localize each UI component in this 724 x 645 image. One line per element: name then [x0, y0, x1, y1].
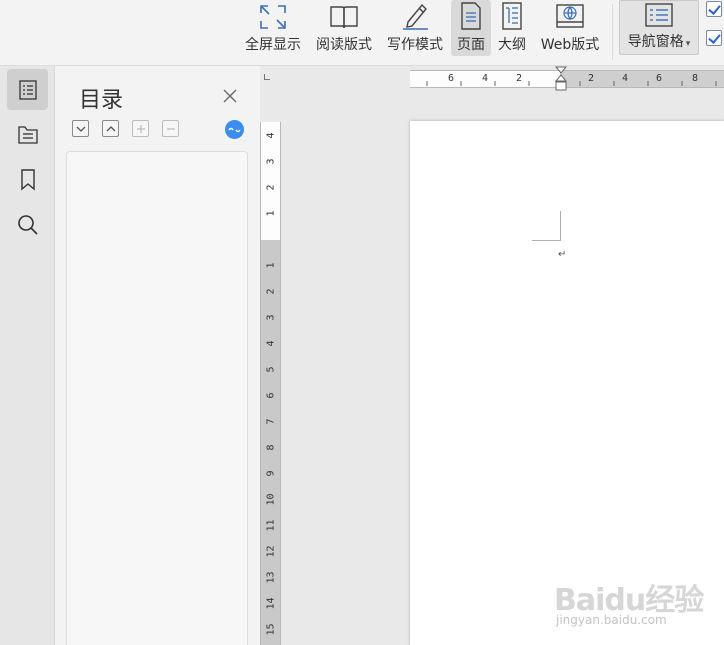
navigation-pane-button[interactable]: 导航窗格 ▾	[619, 0, 699, 55]
page-view-icon	[458, 0, 484, 30]
ruler-number: 11	[265, 519, 277, 532]
web-layout-icon	[555, 0, 585, 30]
checkbox-bottom[interactable]	[706, 30, 722, 46]
page-view-label: 页面	[457, 37, 485, 53]
tab-selector-icon[interactable]	[264, 74, 270, 80]
dropdown-caret-icon: ▾	[685, 39, 691, 49]
nav-icon-bar	[0, 66, 55, 645]
reading-mode-label: 阅读版式	[316, 37, 372, 53]
toc-list[interactable]	[66, 151, 248, 645]
chevron-down-icon	[76, 126, 85, 132]
close-icon[interactable]	[223, 88, 237, 103]
writing-mode-label: 写作模式	[387, 37, 443, 53]
smart-toc-icon[interactable]	[225, 120, 244, 139]
writing-mode-button[interactable]: 写作模式	[383, 0, 447, 56]
outline-view-button[interactable]: 大纲	[494, 0, 530, 56]
ruler-number: 1	[265, 262, 277, 269]
toc-panel: 目录	[55, 66, 260, 645]
sidebar-item-structure[interactable]	[7, 114, 48, 155]
outline-icon	[500, 0, 524, 30]
navigation-pane-label: 导航窗格 ▾	[627, 34, 691, 50]
document-workspace: 6 4 2 2 4 6 8 4 3 2 1 1 2 3 4 5 6 7 8 9 …	[260, 66, 724, 645]
add-heading-button[interactable]	[132, 120, 149, 137]
chevron-up-icon	[106, 125, 115, 131]
ruler-number: 2	[265, 184, 277, 191]
expand-all-button[interactable]	[72, 120, 89, 137]
search-icon	[17, 214, 38, 235]
indent-marker-icon[interactable]	[554, 66, 568, 92]
collapse-all-button[interactable]	[102, 120, 119, 137]
chapter-nav-icon	[17, 125, 38, 144]
ruler-number: 1	[265, 210, 277, 217]
ruler-number: 5	[265, 366, 277, 373]
sidebar-item-toc[interactable]	[7, 69, 48, 110]
ruler-number: 7	[265, 418, 277, 425]
margin-corner-mark	[532, 240, 561, 241]
ruler-number: 9	[265, 470, 277, 477]
fullscreen-icon	[259, 0, 287, 30]
navigation-pane-icon	[645, 1, 673, 27]
fullscreen-button[interactable]: 全屏显示	[241, 0, 305, 56]
remove-heading-button[interactable]	[162, 120, 179, 137]
ruler-number: 14	[265, 597, 277, 610]
sidebar-item-search[interactable]	[7, 204, 48, 245]
ribbon-separator	[612, 4, 613, 60]
ruler-number: 3	[265, 158, 277, 165]
minus-icon	[166, 127, 175, 130]
paragraph-mark-icon: ↵	[558, 249, 567, 260]
web-view-label: Web版式	[540, 37, 600, 53]
ribbon-toolbar: 全屏显示 阅读版式 写作模式 页面 大纲 Web版式 导航窗格 ▾	[0, 0, 724, 66]
ruler-number: 15	[265, 623, 277, 636]
watermark-url: jingyan.baidu.com	[556, 613, 667, 627]
ruler-number: 12	[265, 545, 277, 558]
ruler-number: 3	[265, 314, 277, 321]
panel-title: 目录	[79, 88, 124, 113]
ruler-number: 4	[265, 132, 277, 139]
bookmark-icon	[20, 168, 35, 190]
vertical-ruler[interactable]: 4 3 2 1 1 2 3 4 5 6 7 8 9 10 11 12 13 14…	[260, 122, 281, 645]
plus-icon	[136, 124, 145, 133]
fullscreen-label: 全屏显示	[245, 37, 301, 53]
ruler-number: 6	[265, 392, 277, 399]
sidebar-item-bookmark[interactable]	[7, 159, 48, 200]
ruler-number: 13	[265, 571, 277, 584]
baidu-watermark: Baidu经验 jingyan.baidu.com	[552, 567, 722, 629]
web-view-button[interactable]: Web版式	[535, 0, 605, 56]
ruler-number: 10	[265, 493, 277, 506]
outline-view-label: 大纲	[498, 37, 526, 53]
open-book-icon	[329, 0, 359, 30]
ruler-number: 4	[265, 340, 277, 347]
margin-corner-mark	[560, 211, 561, 241]
toc-icon	[18, 79, 37, 100]
checkbox-top[interactable]	[706, 1, 722, 17]
reading-mode-button[interactable]: 阅读版式	[312, 0, 376, 56]
pencil-icon	[400, 0, 430, 30]
ruler-number: 2	[265, 288, 277, 295]
page-view-button[interactable]: 页面	[451, 0, 491, 56]
ruler-number: 8	[265, 444, 277, 451]
